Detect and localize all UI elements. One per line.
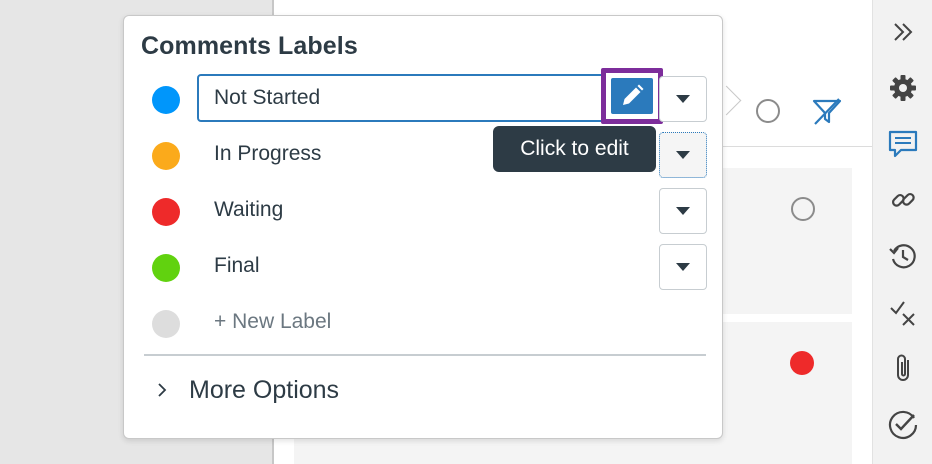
popover-title: Comments Labels <box>141 32 358 60</box>
label-name: Waiting <box>214 198 284 221</box>
edit-label-button[interactable] <box>601 68 663 124</box>
comments-icon[interactable] <box>887 128 919 160</box>
new-label-swatch <box>152 310 180 338</box>
label-row-waiting[interactable]: Waiting <box>124 186 722 234</box>
caret-down-icon <box>676 263 690 271</box>
label-options-dropdown[interactable] <box>659 244 707 290</box>
expand-icon[interactable] <box>887 16 919 48</box>
label-options-dropdown[interactable] <box>659 76 707 122</box>
comments-labels-popover: Comments Labels In Progress Waiting Fina… <box>123 15 723 439</box>
more-options-label: More Options <box>189 375 340 404</box>
label-options-dropdown[interactable] <box>659 188 707 234</box>
right-rail <box>872 0 932 464</box>
attachment-icon[interactable] <box>887 352 919 384</box>
label-name-input[interactable] <box>197 74 657 122</box>
label-color-swatch[interactable] <box>152 86 180 114</box>
caret-down-icon <box>676 151 690 159</box>
new-label-button[interactable]: + New Label <box>214 310 331 334</box>
gear-icon[interactable] <box>887 72 919 104</box>
filter-icon[interactable] <box>811 95 843 127</box>
edit-tooltip: Click to edit <box>493 126 656 172</box>
label-color-swatch[interactable] <box>152 198 180 226</box>
pencil-icon <box>623 84 644 105</box>
comment-status-dot[interactable] <box>790 351 814 375</box>
chevron-right-icon <box>158 383 167 397</box>
toolbar-divider <box>720 146 872 147</box>
popover-divider <box>144 354 706 356</box>
check-x-icon[interactable] <box>887 296 919 328</box>
caret-down-icon <box>676 95 690 103</box>
comment-status-circle[interactable] <box>791 197 815 221</box>
label-color-swatch[interactable] <box>152 142 180 170</box>
check-circle-icon[interactable] <box>887 408 919 440</box>
label-name: Final <box>214 254 260 277</box>
new-label-row[interactable]: + New Label <box>124 298 722 346</box>
link-icon[interactable] <box>887 184 919 216</box>
history-icon[interactable] <box>887 240 919 272</box>
label-options-dropdown[interactable] <box>659 132 707 178</box>
status-filter-circle[interactable] <box>756 99 780 123</box>
label-color-swatch[interactable] <box>152 254 180 282</box>
label-row-not-started <box>124 68 722 124</box>
label-name: In Progress <box>214 142 322 165</box>
label-row-final[interactable]: Final <box>124 242 722 290</box>
caret-down-icon <box>676 207 690 215</box>
more-options-toggle[interactable]: More Options <box>152 372 339 408</box>
